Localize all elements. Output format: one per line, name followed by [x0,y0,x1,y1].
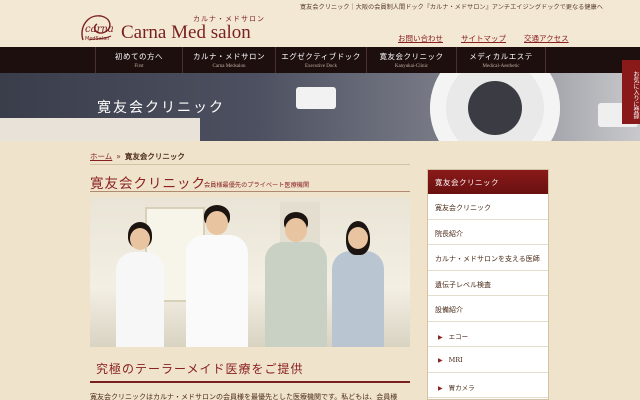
staff-face [130,228,150,250]
nav-item-sublabel: Medical-Aesthetic [482,64,520,69]
site-logo[interactable]: carna MedSalon カルナ・メドサロン Carna Med salon [77,8,267,46]
title-divider [90,191,410,192]
sidebar-item-label: エコー [448,332,469,341]
site-tagline: 寛友会クリニック｜大阪の会員制人間ドック『カルナ・メドサロン』アンチエイジングド… [300,4,603,11]
staff-face [285,218,307,242]
nav-item-medical-aesthetic[interactable]: メディカルエステ Medical-Aesthetic [456,47,546,73]
nav-item-label: 寛友会クリニック [379,52,444,61]
triangle-right-icon: ▶ [438,333,443,341]
section-divider [90,381,410,383]
page-title: 寛友会クリニック [90,176,206,192]
sidebar-item-doctors[interactable]: カルナ・メドサロンを支える医師 [428,245,548,271]
nav-item-label: 初めての方へ [115,52,163,61]
intro-paragraph: 寛友会クリニックはカルナ・メドサロンの会員様を最優先とした医療機関です。私どもは… [90,393,398,400]
sidebar-item-genetic-test[interactable]: 遺伝子レベル検査 [428,271,548,296]
logo-sub: MedSalon [85,36,110,42]
logo-mark: carna MedSalon [77,10,119,46]
staff-face [206,211,228,235]
nav-item-label: カルナ・メドサロン [193,52,265,61]
nav-item-label: メディカルエステ [469,52,533,61]
sidebar-item-gastroscope[interactable]: ▶ 胃カメラ [428,373,548,398]
sidebar-item-label: MRI [448,356,463,364]
staff-face [348,227,368,249]
staff-photo [90,197,410,347]
sidebar-item-label: 胃カメラ [448,383,475,392]
staff-person [265,212,327,347]
hero-bed-image [0,118,200,141]
sidebar-menu: 寛友会クリニック 寛友会クリニック 院長紹介 カルナ・メドサロンを支える医師 遺… [427,169,549,400]
breadcrumb-current: 寛友会クリニック [124,152,185,161]
favorite-tab[interactable]: お気に入りに登録 [622,60,640,124]
nav-item-sublabel: Carna Medsalon [212,64,246,69]
utility-links: お問い合わせ サイトマップ 交通アクセス [398,33,569,44]
sidebar-item-kanyukai-clinic[interactable]: 寛友会クリニック [428,194,548,220]
triangle-right-icon: ▶ [438,357,443,364]
sidebar-item-echo[interactable]: ▶ エコー [428,322,548,347]
section-title: 究極のテーラーメイド医療をご提供 [96,362,304,376]
sitemap-link[interactable]: サイトマップ [461,33,506,44]
nav-item-sublabel: Kanyukai-Clinic [394,64,429,69]
triangle-right-icon: ▶ [438,384,443,392]
nav-item-label: エグゼクティブドック [281,52,361,61]
logo-script: carna [85,24,114,35]
main-nav: 初めての方へ First カルナ・メドサロン Carna Medsalon エグ… [0,47,640,73]
nav-item-carna-medsalon[interactable]: カルナ・メドサロン Carna Medsalon [182,47,275,73]
hero-mri-image [430,73,560,141]
nav-item-sublabel: First [134,64,144,69]
breadcrumb: ホーム » 寛友会クリニック [90,151,185,162]
sidebar-item-facilities[interactable]: 設備紹介 [428,296,548,322]
logo-name: Carna Med salon [121,22,251,43]
nav-item-first[interactable]: 初めての方へ First [95,47,182,73]
sidebar-item-mri[interactable]: ▶ MRI [428,347,548,373]
site-header: 寛友会クリニック｜大阪の会員制人間ドック『カルナ・メドサロン』アンチエイジングド… [0,0,640,47]
nav-item-executive-dock[interactable]: エグゼクティブドック Executive Dock [275,47,366,73]
sidebar-heading: 寛友会クリニック [428,170,548,194]
hero-banner: 寛友会クリニック [0,73,640,141]
breadcrumb-separator: » [116,152,121,161]
staff-person [332,221,384,347]
nav-item-kanyukai-clinic[interactable]: 寛友会クリニック Kanyukai-Clinic [366,47,456,73]
breadcrumb-divider [90,164,410,165]
access-link[interactable]: 交通アクセス [524,33,569,44]
hero-panel-image [296,87,336,109]
staff-person [116,222,164,347]
breadcrumb-home-link[interactable]: ホーム [90,152,112,161]
page-subtitle: 会員様最優先のプライベート医療機関 [204,182,310,189]
contact-link[interactable]: お問い合わせ [398,33,443,44]
staff-person [186,205,248,347]
nav-item-sublabel: Executive Dock [304,64,338,69]
hero-title: 寛友会クリニック [97,100,225,116]
sidebar-item-director[interactable]: 院長紹介 [428,220,548,245]
